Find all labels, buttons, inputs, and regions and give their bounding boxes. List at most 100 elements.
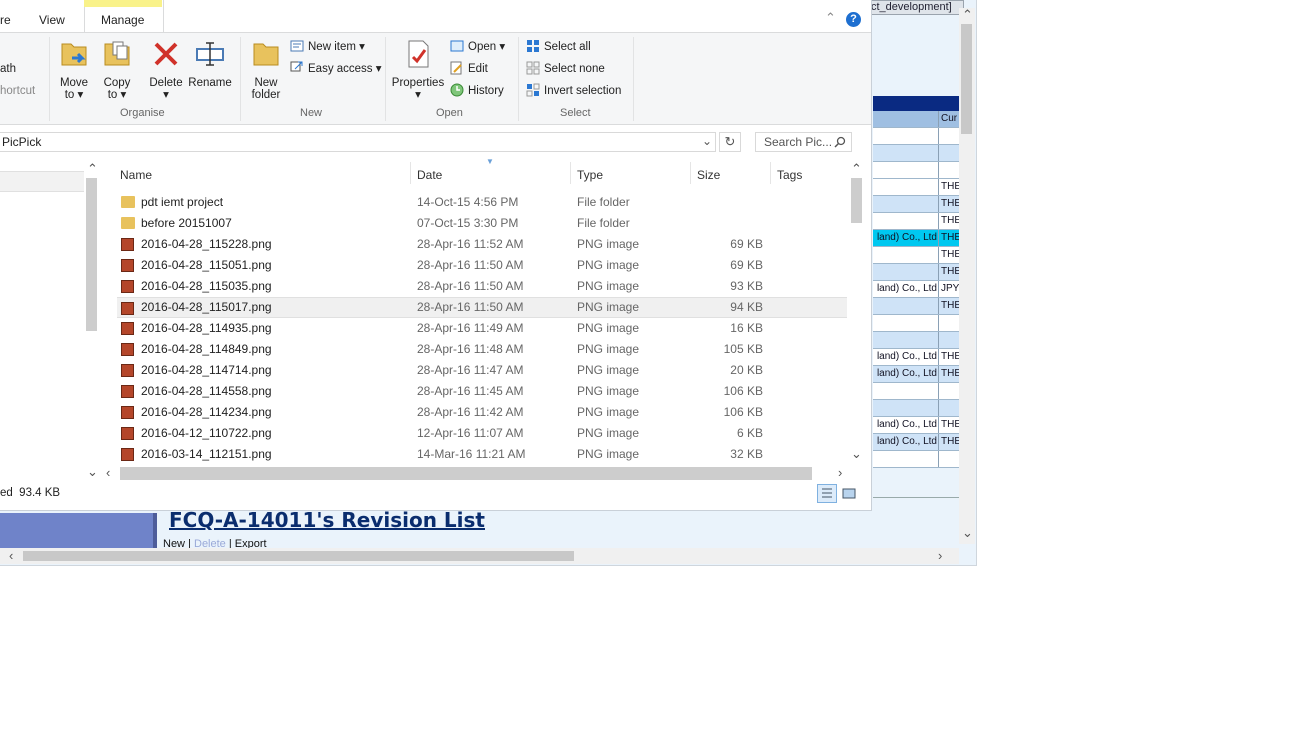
file-row[interactable]: 2016-04-28_114714.png 28-Apr-16 11:47 AM P… — [117, 360, 847, 381]
nav-pane-selected-item[interactable] — [0, 171, 84, 192]
file-row[interactable]: 2016-04-28_115035.png 28-Apr-16 11:50 AM P… — [117, 276, 847, 297]
edit-button[interactable]: Edit — [450, 60, 488, 78]
invert-selection-button[interactable]: Invert selection — [526, 82, 621, 100]
nav-scroll-down-icon[interactable]: ⌄ — [87, 465, 98, 479]
address-dropdown-icon[interactable]: ⌄ — [702, 134, 712, 148]
image-glyph — [121, 322, 134, 335]
file-type: PNG image — [577, 447, 640, 461]
nav-scroll-up-icon[interactable]: ⌃ — [87, 162, 98, 176]
file-row[interactable]: 2016-04-28_114849.png 28-Apr-16 11:48 AM P… — [117, 339, 847, 360]
background-table-row: land) Co., Ltd JPY — [873, 281, 959, 298]
collapse-ribbon-icon[interactable]: ⌃ — [825, 10, 836, 26]
background-table-row: THE — [873, 264, 960, 281]
background-scroll-up-icon[interactable]: ⌃ — [962, 8, 973, 22]
file-type: File folder — [577, 216, 630, 230]
column-header-name[interactable]: Name — [120, 168, 152, 182]
background-divider — [873, 497, 959, 498]
copy-path-button[interactable]: ath — [0, 60, 16, 78]
file-row[interactable]: 2016-04-12_110722.png 12-Apr-16 11:07 AM P… — [117, 423, 847, 444]
delete-button[interactable]: Delete ▾ — [146, 38, 186, 101]
list-scroll-right-icon[interactable]: › — [838, 466, 842, 480]
column-header-size[interactable]: Size — [697, 168, 720, 182]
background-vertical-scroll-thumb[interactable] — [961, 24, 972, 134]
refresh-icon[interactable]: ↻ — [719, 132, 741, 152]
file-row[interactable]: 2016-04-28_114234.png 28-Apr-16 11:42 AM P… — [117, 402, 847, 423]
file-row[interactable]: 2016-04-28_115051.png 28-Apr-16 11:50 AM P… — [117, 255, 847, 276]
large-icons-view-icon[interactable] — [841, 486, 857, 501]
rename-button[interactable]: Rename — [188, 38, 232, 89]
properties-button[interactable]: Properties ▾ — [390, 38, 446, 101]
open-button[interactable]: Open ▾ — [450, 38, 505, 56]
file-row[interactable]: 2016-03-14_112151.png 14-Mar-16 11:21 AM P… — [117, 444, 847, 465]
background-cell — [873, 400, 939, 416]
new-item-icon — [290, 40, 304, 52]
background-table-row — [873, 128, 959, 145]
file-size: 69 KB — [730, 258, 763, 272]
file-row[interactable]: 2016-04-28_114558.png 28-Apr-16 11:45 AM P… — [117, 381, 847, 402]
list-scroll-up-icon[interactable]: ⌃ — [851, 162, 862, 176]
file-row[interactable]: pdt iemt project 14-Oct-15 4:56 PM File fo… — [117, 192, 847, 213]
details-view-icon[interactable] — [817, 484, 837, 503]
background-cell — [873, 383, 939, 399]
column-separator[interactable] — [410, 162, 411, 184]
background-cell — [940, 451, 960, 467]
list-scroll-down-icon[interactable]: ⌄ — [851, 447, 862, 461]
copy-to-label-1: Copy — [103, 77, 131, 89]
background-scroll-left-icon[interactable]: ‹ — [9, 549, 13, 563]
background-cell — [873, 111, 939, 127]
background-scroll-right-icon[interactable]: › — [938, 549, 942, 563]
new-item-button[interactable]: New item ▾ — [290, 38, 365, 56]
select-all-button[interactable]: Select all — [526, 38, 591, 56]
background-cell — [940, 332, 960, 348]
tab-share[interactable]: re — [0, 8, 11, 32]
column-header-tags[interactable]: Tags — [777, 168, 802, 182]
search-icon[interactable] — [834, 136, 846, 148]
file-size: 32 KB — [730, 447, 763, 461]
column-separator[interactable] — [770, 162, 771, 184]
file-type: PNG image — [577, 384, 640, 398]
new-folder-button[interactable]: New folder — [246, 38, 286, 101]
background-cell — [873, 145, 939, 161]
nav-pane-scroll-thumb[interactable] — [86, 178, 97, 331]
file-list-vertical-scroll-thumb[interactable] — [851, 178, 862, 223]
file-row[interactable]: 2016-04-28_115228.png 28-Apr-16 11:52 AM P… — [117, 234, 847, 255]
background-cell — [873, 213, 939, 229]
image-glyph — [121, 302, 134, 315]
image-glyph — [121, 427, 134, 440]
tab-manage[interactable]: Manage — [101, 8, 144, 32]
background-cell: Cur — [941, 113, 958, 124]
column-separator[interactable] — [570, 162, 571, 184]
move-to-button[interactable]: Move to ▾ — [56, 38, 92, 101]
file-row[interactable]: before 20151007 07-Oct-15 3:30 PM File fol… — [117, 213, 847, 234]
copy-to-button[interactable]: Copy to ▾ — [99, 38, 135, 101]
paste-shortcut-button[interactable]: hortcut — [0, 82, 35, 100]
address-bar[interactable]: PicPick ⌄ — [0, 132, 716, 152]
background-left-panel-edge — [153, 513, 157, 550]
delete-label: Delete — [149, 77, 183, 89]
history-button[interactable]: History — [450, 82, 504, 100]
image-glyph — [121, 448, 134, 461]
background-table-row: THE — [873, 179, 960, 196]
column-separator[interactable] — [690, 162, 691, 184]
background-horizontal-scroll-thumb[interactable] — [23, 551, 574, 561]
select-none-button[interactable]: Select none — [526, 60, 605, 78]
column-header-type[interactable]: Type — [577, 168, 603, 182]
tab-view[interactable]: View — [39, 8, 65, 32]
file-row[interactable]: 2016-04-28_115017.png 28-Apr-16 11:50 AM P… — [117, 297, 847, 318]
background-table-row: THE — [873, 213, 960, 230]
background-table-row: THE — [873, 247, 960, 264]
file-name: 2016-04-28_115051.png — [141, 258, 272, 272]
easy-access-button[interactable]: Easy access ▾ — [290, 60, 382, 78]
search-input[interactable]: Search Pic... — [755, 132, 852, 152]
file-name: 2016-04-28_114714.png — [141, 363, 272, 377]
background-scroll-down-icon[interactable]: ⌄ — [962, 526, 973, 540]
revision-list-title[interactable]: FCQ-A-14011's Revision List — [169, 508, 485, 532]
list-scroll-left-icon[interactable]: ‹ — [106, 466, 110, 480]
file-type: PNG image — [577, 363, 640, 377]
background-cell — [873, 264, 939, 280]
help-icon[interactable]: ? — [846, 12, 861, 27]
move-folder-icon — [61, 43, 87, 66]
file-list-horizontal-scroll-thumb[interactable] — [120, 467, 812, 480]
column-header-date[interactable]: Date — [417, 168, 442, 182]
file-row[interactable]: 2016-04-28_114935.png 28-Apr-16 11:49 AM P… — [117, 318, 847, 339]
